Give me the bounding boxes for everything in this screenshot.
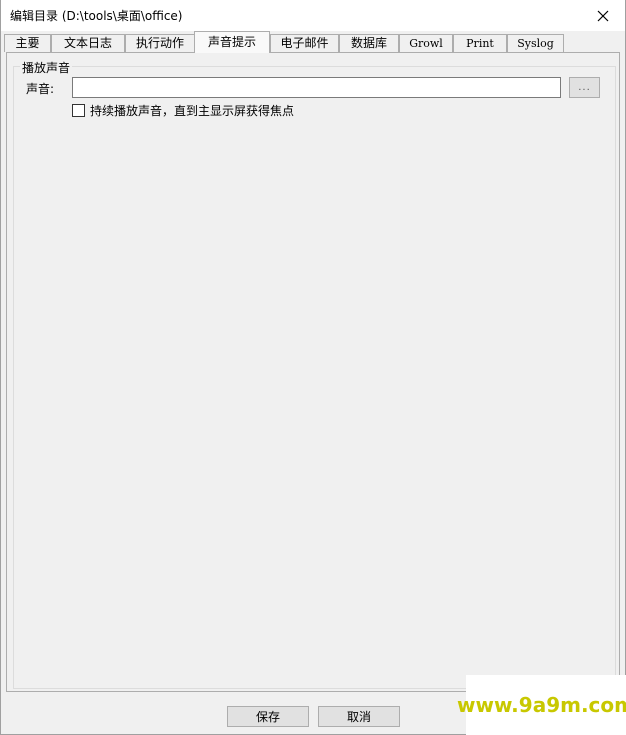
tab-panel-sound: 播放声音 声音: ... 持续播放声音，直到主显示屏获得焦点 bbox=[6, 52, 620, 692]
save-button[interactable]: 保存 bbox=[227, 706, 309, 727]
browse-button[interactable]: ... bbox=[569, 77, 600, 98]
loop-sound-label[interactable]: 持续播放声音，直到主显示屏获得焦点 bbox=[90, 102, 294, 119]
edit-directory-dialog: 编辑目录 (D:\tools\桌面\office) 主要 文本日志 执行动作 声… bbox=[0, 0, 626, 735]
sound-file-input[interactable] bbox=[72, 77, 561, 98]
close-button[interactable] bbox=[581, 0, 625, 31]
window-title: 编辑目录 (D:\tools\桌面\office) bbox=[10, 9, 183, 23]
tab-sound-alert[interactable]: 声音提示 bbox=[194, 31, 270, 53]
play-sound-group: 播放声音 声音: ... 持续播放声音，直到主显示屏获得焦点 bbox=[13, 59, 616, 689]
cancel-button[interactable]: 取消 bbox=[318, 706, 400, 727]
loop-sound-row: 持续播放声音，直到主显示屏获得焦点 bbox=[72, 102, 294, 119]
sound-label: 声音: bbox=[26, 82, 55, 96]
tab-strip: 主要 文本日志 执行动作 声音提示 电子邮件 数据库 Growl Print S… bbox=[4, 31, 622, 53]
tab-database[interactable]: 数据库 bbox=[339, 34, 399, 52]
tab-syslog[interactable]: Syslog bbox=[507, 34, 564, 52]
tab-email[interactable]: 电子邮件 bbox=[270, 34, 339, 52]
tab-growl[interactable]: Growl bbox=[399, 34, 453, 52]
title-bar: 编辑目录 (D:\tools\桌面\office) bbox=[1, 0, 625, 31]
play-sound-legend: 播放声音 bbox=[20, 59, 73, 76]
tab-execute-action[interactable]: 执行动作 bbox=[125, 34, 195, 52]
tab-print[interactable]: Print bbox=[453, 34, 507, 52]
watermark-logo: www.9a9m.com bbox=[457, 675, 626, 735]
tab-main[interactable]: 主要 bbox=[4, 34, 51, 52]
tab-text-log[interactable]: 文本日志 bbox=[51, 34, 125, 52]
loop-sound-checkbox[interactable] bbox=[72, 104, 85, 117]
close-icon bbox=[597, 10, 609, 21]
